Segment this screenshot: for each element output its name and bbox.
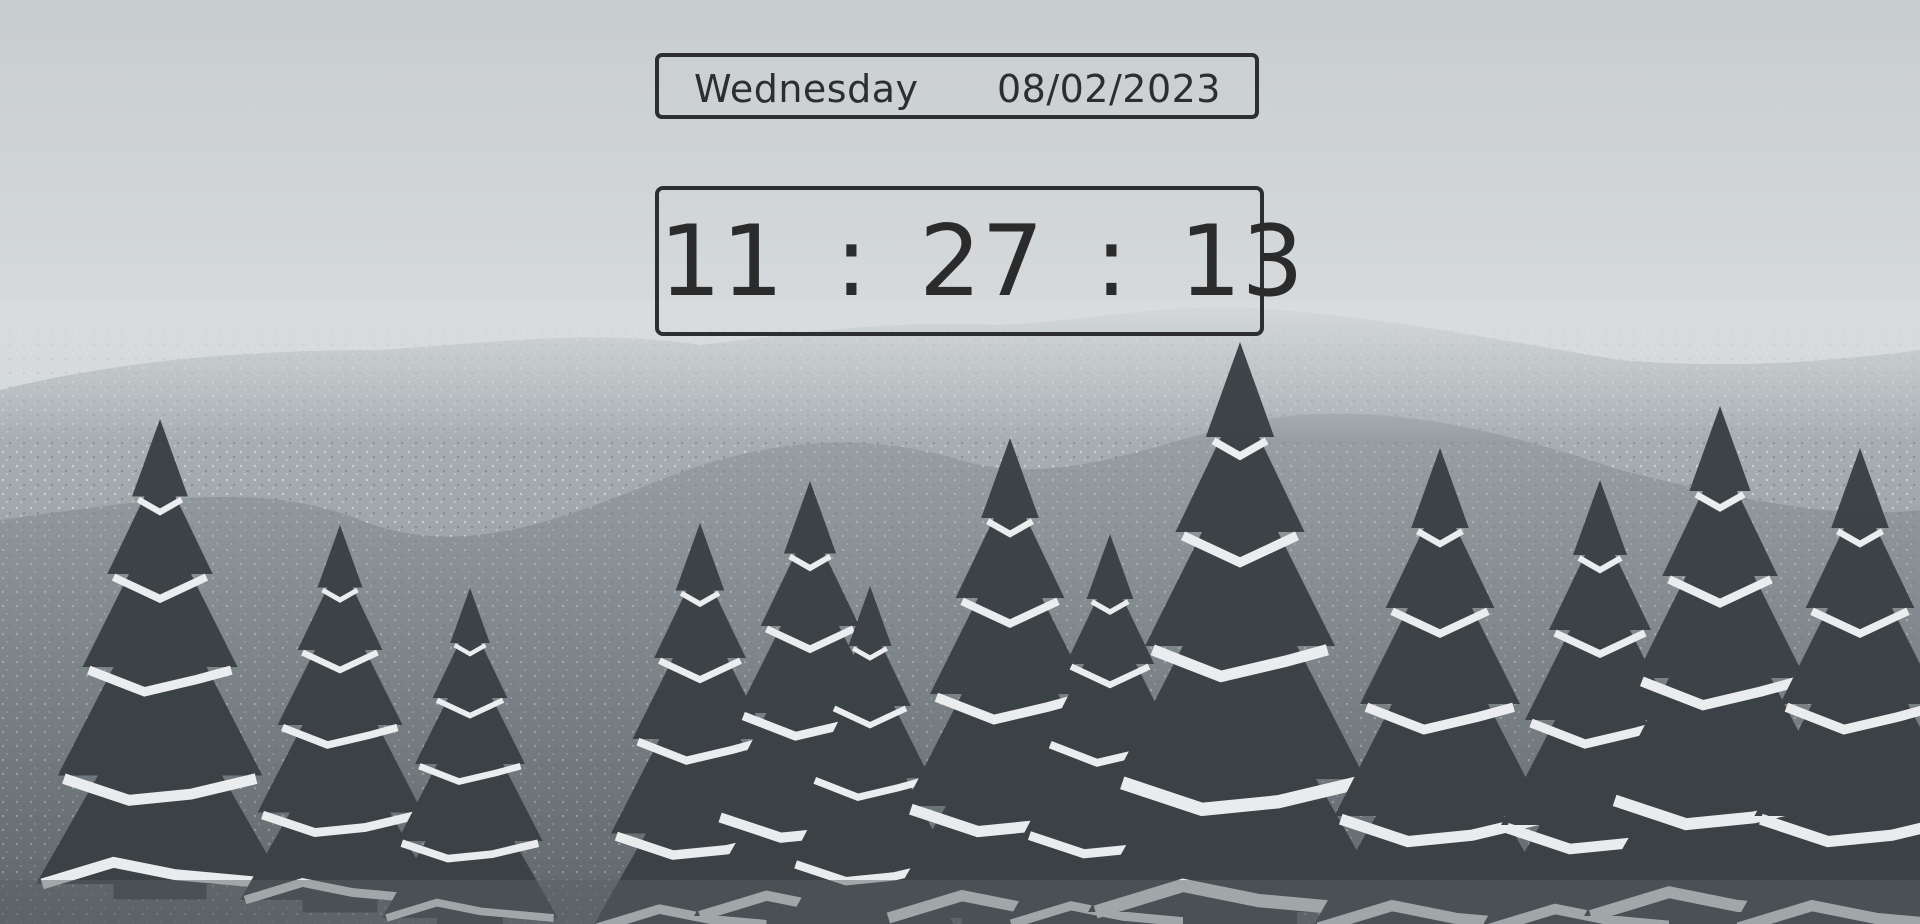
date-display: Wednesday 08/02/2023 xyxy=(655,53,1259,119)
clock-display: 11 : 27 : 13 xyxy=(655,186,1304,336)
background-image xyxy=(0,0,1920,924)
weekday-label: Wednesday xyxy=(694,67,919,111)
clock-separator: : xyxy=(1094,205,1128,319)
clock-minutes: 27 xyxy=(919,205,1044,319)
time-readout: 11 : 27 : 13 xyxy=(659,205,1304,319)
clock-separator: : xyxy=(834,205,868,319)
clock-hours: 11 xyxy=(659,205,784,319)
clock-seconds: 13 xyxy=(1179,205,1304,319)
date-value: 08/02/2023 xyxy=(996,67,1221,111)
